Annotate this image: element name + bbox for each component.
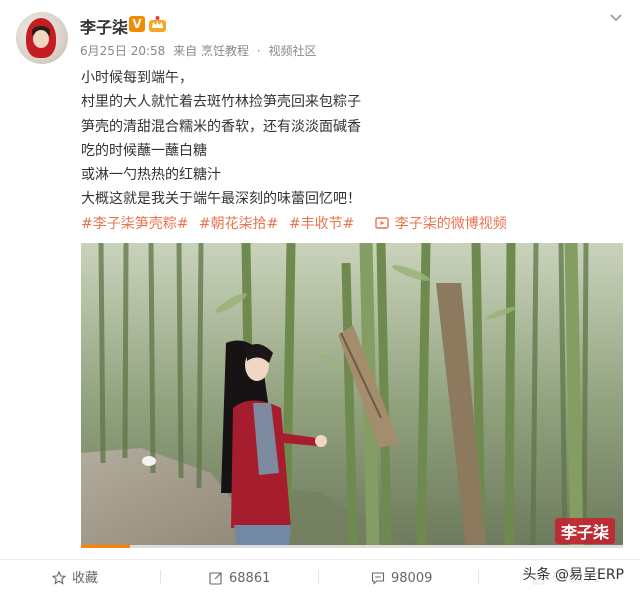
hashtag-link[interactable]: #丰收节# <box>289 216 354 232</box>
post-text-line: 大概这就是我关于端午最深刻的味蕾回忆吧！ <box>81 191 361 208</box>
post-text-line: 小时候每到端午， <box>81 70 193 86</box>
watermark-text: 头条 @易呈ERP <box>518 562 628 586</box>
comment-button[interactable]: 98009 <box>371 560 432 592</box>
favorite-button[interactable]: 收藏 <box>51 560 99 592</box>
meta-dot: · <box>256 44 261 58</box>
action-divider <box>160 570 161 584</box>
comment-icon <box>371 572 385 585</box>
star-icon <box>51 570 67 585</box>
video-player[interactable]: 李子柒 <box>81 243 623 548</box>
post-text-line: 村里的大人就忙着去斑竹林捡笋壳回来包粽子 <box>81 94 361 111</box>
post-content: 小时候每到端午， 村里的大人就忙着去斑竹林捡笋壳回来包粽子 笋壳的清甜混合糯米的… <box>81 66 361 212</box>
post-source[interactable]: 来自 烹饪教程 <box>173 44 249 58</box>
action-divider <box>478 570 479 584</box>
share-icon <box>209 572 222 585</box>
video-link-label: 李子柒的微博视频 <box>394 216 507 232</box>
comment-count: 98009 <box>391 571 433 586</box>
post-meta: 6月25日 20:58 来自 烹饪教程 · 视频社区 <box>80 42 320 59</box>
post-community[interactable]: 视频社区 <box>268 44 316 58</box>
chevron-down-icon[interactable] <box>608 10 624 26</box>
video-progress-bar[interactable] <box>81 545 623 548</box>
avatar-face <box>33 30 49 48</box>
username[interactable]: 李子柒 <box>80 14 128 38</box>
video-logo-text: 李子柒 <box>560 523 609 542</box>
video-frame <box>81 243 623 548</box>
video-play-icon <box>375 217 389 229</box>
post-text-line: 或淋一勺热热的红糖汁 <box>81 167 221 184</box>
repost-count: 68861 <box>229 571 271 586</box>
hashtag-link[interactable]: #李子柒笋壳粽# <box>81 216 188 232</box>
repost-button[interactable]: 68861 <box>209 560 270 592</box>
video-progress-fill <box>81 545 130 548</box>
favorite-label: 收藏 <box>72 571 99 586</box>
post-text-line: 笋壳的清甜混合糯米的香软，还有淡淡面碱香 <box>81 118 361 135</box>
video-logo: 李子柒 <box>554 518 615 544</box>
hashtag-link[interactable]: #朝花柒拾# <box>199 216 278 232</box>
tag-row: #李子柒笋壳粽# #朝花柒拾# #丰收节# 李子柒的微博视频 <box>81 212 507 236</box>
video-link[interactable]: 李子柒的微博视频 <box>375 216 507 232</box>
post-time[interactable]: 6月25日 20:58 <box>80 44 165 58</box>
verified-badge-icon[interactable]: V <box>129 16 145 32</box>
vip-crown-icon[interactable] <box>148 15 167 33</box>
post-text-line: 吃的时候蘸一蘸白糖 <box>81 142 207 159</box>
avatar[interactable] <box>16 12 68 64</box>
action-divider <box>318 570 319 584</box>
